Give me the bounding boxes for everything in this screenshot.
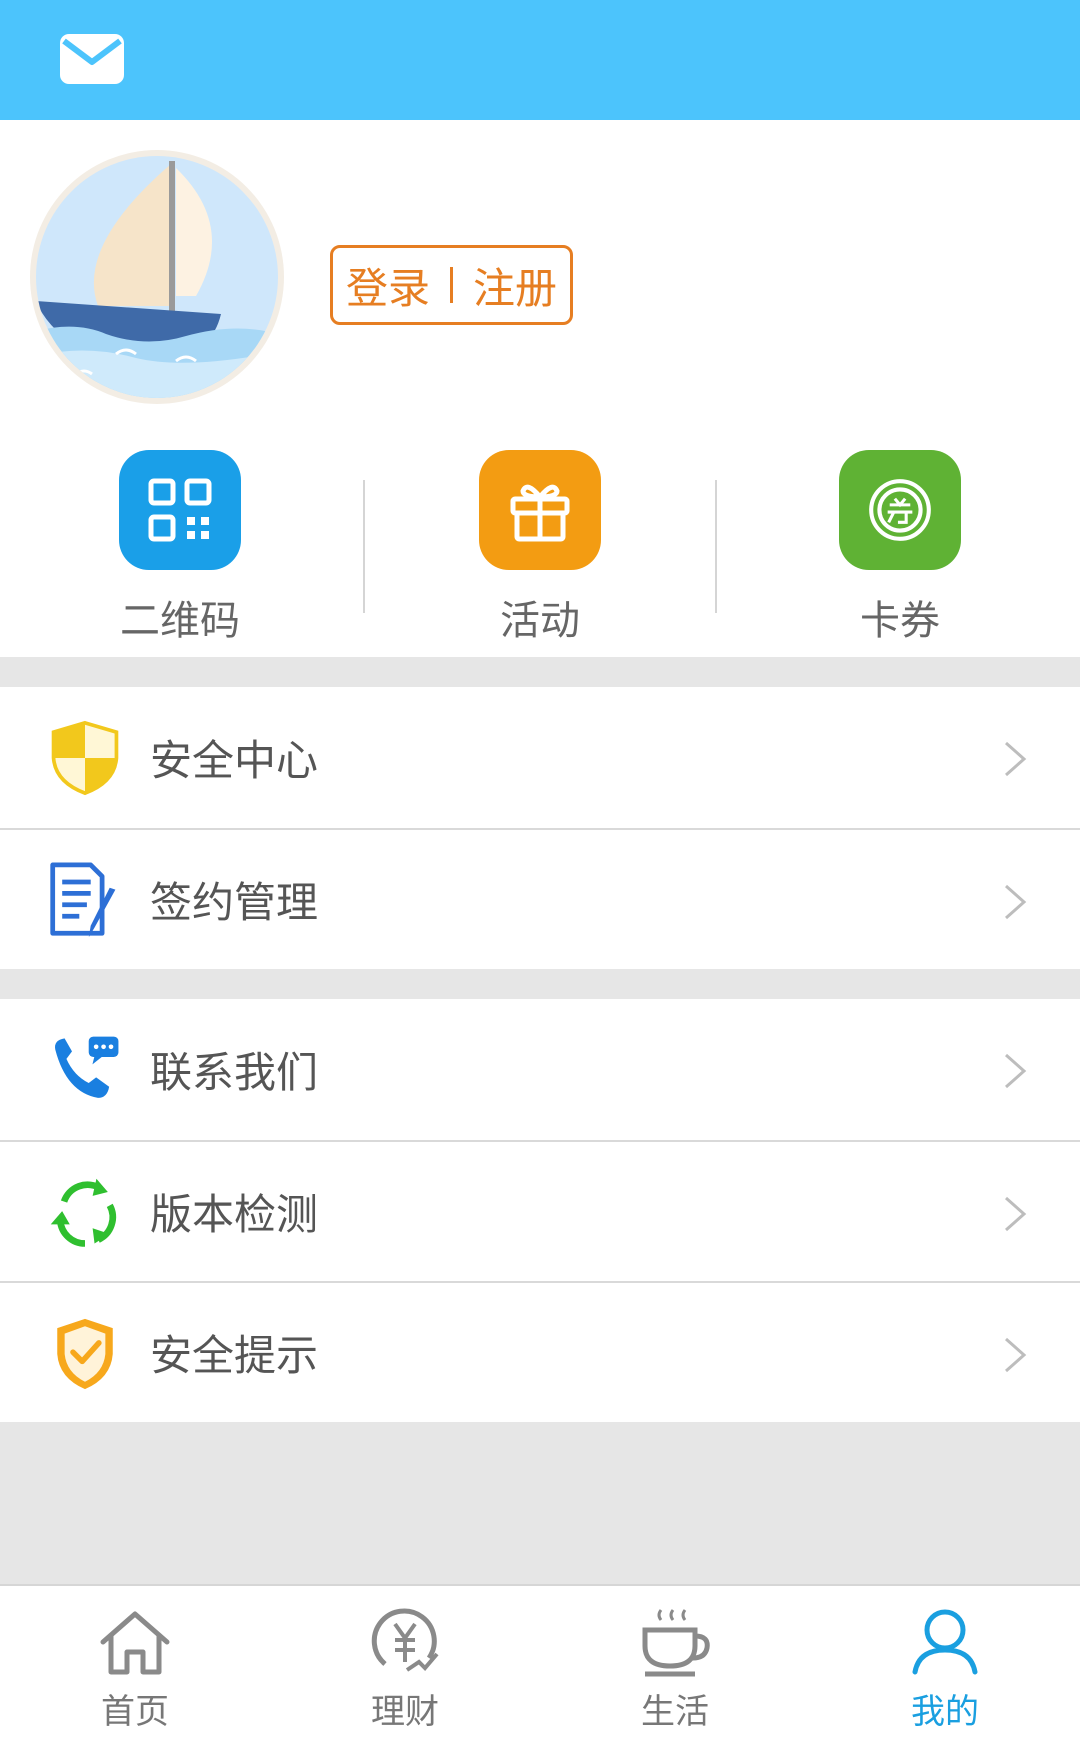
phone-icon	[45, 1028, 125, 1112]
tab-life[interactable]: 生活	[540, 1586, 810, 1737]
divider	[715, 480, 717, 613]
top-bar	[0, 0, 1080, 120]
menu-item-contract-management[interactable]: 签约管理	[0, 828, 1080, 969]
quick-action-label: 活动	[500, 598, 580, 644]
divider	[450, 267, 453, 303]
chevron-right-icon	[1005, 1337, 1027, 1373]
qr-code-icon	[119, 450, 241, 570]
user-icon	[912, 1609, 978, 1675]
tab-label: 首页	[101, 1692, 169, 1732]
divider	[363, 480, 365, 613]
coffee-icon	[642, 1609, 710, 1677]
menu-group-support: 联系我们 版本检测 安全提示	[0, 999, 1080, 1422]
gift-icon	[479, 450, 601, 570]
quick-action-coupon[interactable]: 卡券	[720, 435, 1080, 657]
shield-icon	[45, 716, 125, 800]
tab-label: 我的	[911, 1692, 979, 1732]
tab-mine[interactable]: 我的	[810, 1586, 1080, 1737]
avatar[interactable]	[30, 150, 284, 404]
home-icon	[100, 1611, 170, 1675]
chevron-right-icon	[1005, 1053, 1027, 1089]
menu-item-label: 安全提示	[150, 1331, 319, 1380]
tab-label: 生活	[641, 1692, 709, 1732]
coupon-icon	[839, 450, 961, 570]
quick-actions: 二维码 活动 卡券	[0, 435, 1080, 657]
quick-action-activity[interactable]: 活动	[360, 435, 720, 657]
login-label[interactable]: 登录	[346, 255, 430, 316]
chevron-right-icon	[1005, 741, 1027, 777]
chevron-right-icon	[1005, 1196, 1027, 1232]
menu-item-version-check[interactable]: 版本检测	[0, 1140, 1080, 1281]
menu-item-label: 联系我们	[150, 1048, 319, 1097]
tab-finance[interactable]: 理财	[270, 1586, 540, 1737]
profile-section: 登录 注册 二维码 活动 卡券	[0, 120, 1080, 657]
login-register-button[interactable]: 登录 注册	[330, 245, 573, 325]
register-label[interactable]: 注册	[473, 255, 557, 316]
menu-item-label: 安全中心	[150, 736, 319, 785]
menu-item-contact-us[interactable]: 联系我们	[0, 999, 1080, 1140]
chevron-right-icon	[1005, 884, 1027, 920]
refresh-icon	[45, 1171, 125, 1255]
menu-group-account: 安全中心 签约管理	[0, 687, 1080, 969]
shield-check-icon	[45, 1312, 125, 1396]
menu-item-label: 版本检测	[150, 1190, 319, 1239]
menu-item-security-tips[interactable]: 安全提示	[0, 1281, 1080, 1422]
bottom-tab-bar: 首页 理财 生活 我的	[0, 1584, 1080, 1737]
contract-icon	[45, 859, 125, 943]
menu-item-security-center[interactable]: 安全中心	[0, 687, 1080, 828]
quick-action-qr-code[interactable]: 二维码	[0, 435, 360, 657]
quick-action-label: 卡券	[860, 598, 940, 644]
tab-label: 理财	[371, 1692, 439, 1732]
quick-action-label: 二维码	[120, 598, 240, 644]
sailboat-avatar	[36, 156, 278, 398]
finance-icon	[371, 1608, 439, 1672]
tab-home[interactable]: 首页	[0, 1586, 270, 1737]
menu-item-label: 签约管理	[150, 878, 319, 927]
mail-icon[interactable]	[58, 32, 126, 86]
